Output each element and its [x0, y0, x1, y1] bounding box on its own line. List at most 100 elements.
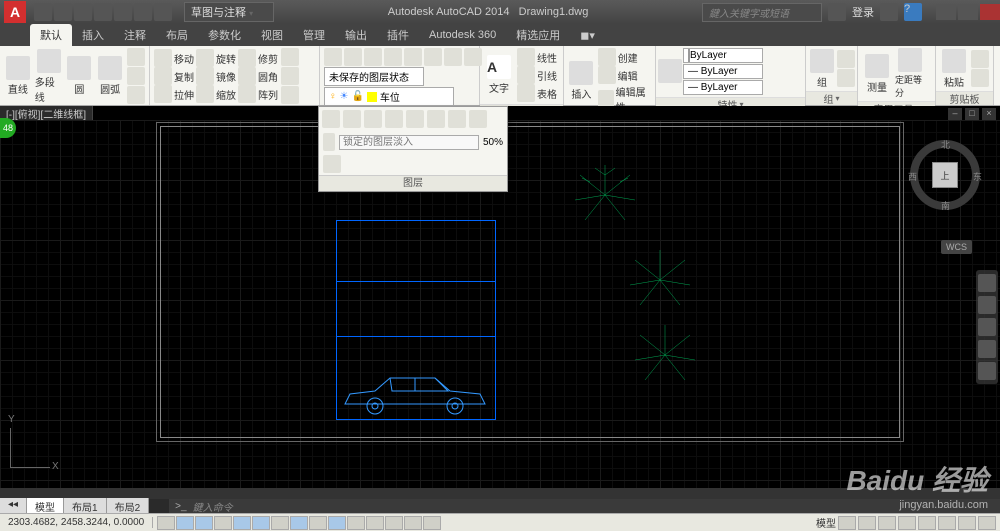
layer-b3[interactable] [364, 48, 382, 66]
block-edit-icon[interactable] [598, 66, 616, 84]
layer-fly-merge-icon[interactable] [323, 133, 335, 151]
layer-b7[interactable] [444, 48, 462, 66]
layer-fly-b8[interactable] [469, 110, 487, 128]
layer-b6[interactable] [424, 48, 442, 66]
paste-button[interactable]: 粘贴 [940, 49, 968, 89]
viewcube-west[interactable]: 西 [908, 170, 917, 183]
layer-fly-b1[interactable] [322, 110, 340, 128]
status-r8[interactable] [978, 516, 996, 530]
close-icon[interactable] [980, 4, 1000, 20]
status-dyn[interactable] [328, 516, 346, 530]
drawing-tree-1[interactable] [570, 160, 640, 230]
tab-parametric[interactable]: 参数化 [198, 24, 251, 46]
tab-view[interactable]: 视图 [251, 24, 293, 46]
viewcube-north[interactable]: 北 [941, 138, 950, 151]
tab-featured[interactable]: 精选应用 [506, 24, 570, 46]
tab-annotate[interactable]: 注释 [114, 24, 156, 46]
layer-fly-b3[interactable] [364, 110, 382, 128]
status-r5[interactable] [918, 516, 936, 530]
copy-icon[interactable] [154, 67, 172, 85]
viewport-label[interactable]: [-][俯视][二维线框] [0, 106, 93, 120]
arc-button[interactable]: 圆弧 [96, 56, 124, 96]
status-infer[interactable] [157, 516, 175, 530]
command-input[interactable]: >_ 鍵入命令 [169, 499, 1000, 514]
draw-more-2[interactable] [127, 67, 145, 85]
divide-button[interactable]: 定距等分 [895, 48, 925, 99]
layer-fly-extra-icon[interactable] [323, 155, 341, 173]
status-r6[interactable] [938, 516, 956, 530]
viewcube[interactable]: 上 北 南 东 西 [910, 140, 980, 210]
app-logo-icon[interactable]: A [4, 1, 26, 23]
status-r2[interactable] [858, 516, 876, 530]
status-r3[interactable] [878, 516, 896, 530]
status-ducs[interactable] [309, 516, 327, 530]
tab-model[interactable]: 模型 [27, 498, 64, 515]
tab-layout1[interactable]: 布局1 [64, 498, 107, 515]
layer-fly-b4[interactable] [385, 110, 403, 128]
viewcube-top[interactable]: 上 [932, 162, 958, 188]
nav-wheel-icon[interactable] [978, 274, 996, 292]
status-qp[interactable] [385, 516, 403, 530]
layer-b4[interactable] [384, 48, 402, 66]
status-3dosnap[interactable] [271, 516, 289, 530]
color-dropdown[interactable]: ByLayer [683, 48, 763, 63]
group-b1[interactable] [837, 50, 855, 68]
status-lwt[interactable] [347, 516, 365, 530]
canvas-close-icon[interactable]: × [982, 108, 996, 120]
group-b2[interactable] [837, 69, 855, 87]
draw-more-3[interactable] [127, 86, 145, 104]
minimize-icon[interactable] [936, 4, 956, 20]
mirror-icon[interactable] [196, 67, 214, 85]
tab-plugins[interactable]: 插件 [377, 24, 419, 46]
new-icon[interactable] [34, 3, 52, 21]
modify-ext-1[interactable] [281, 48, 299, 66]
status-grid[interactable] [195, 516, 213, 530]
status-am[interactable] [423, 516, 441, 530]
measure-button[interactable]: 测量 [862, 54, 892, 94]
layer-prop-icon[interactable] [324, 48, 342, 66]
dim-linear-icon[interactable] [517, 48, 535, 66]
layer-b2[interactable] [344, 48, 362, 66]
status-snap[interactable] [176, 516, 194, 530]
tab-manage[interactable]: 管理 [293, 24, 335, 46]
viewcube-south[interactable]: 南 [941, 199, 950, 212]
nav-showmotion-icon[interactable] [978, 362, 996, 380]
tab-expand-icon[interactable]: ◼▾ [570, 26, 605, 45]
save-icon[interactable] [74, 3, 92, 21]
maximize-icon[interactable] [958, 4, 978, 20]
match-button[interactable] [660, 59, 680, 84]
nav-pan-icon[interactable] [978, 296, 996, 314]
drawing-car[interactable] [340, 366, 490, 416]
status-model-label[interactable]: 模型 [816, 515, 836, 530]
draw-more-1[interactable] [127, 48, 145, 66]
lineweight-dropdown[interactable]: — ByLayer [683, 80, 763, 95]
table-icon[interactable] [517, 84, 535, 102]
canvas-min-icon[interactable]: – [948, 108, 962, 120]
fillet-icon[interactable] [238, 67, 256, 85]
sign-in-icon[interactable] [828, 3, 846, 21]
modify-ext-2[interactable] [281, 67, 299, 85]
plot-icon[interactable] [114, 3, 132, 21]
group-button[interactable]: 组 [810, 49, 834, 89]
nav-zoom-icon[interactable] [978, 318, 996, 336]
layer-b5[interactable] [404, 48, 422, 66]
tab-layout2[interactable]: 布局2 [107, 498, 150, 515]
status-osnap[interactable] [252, 516, 270, 530]
status-tpy[interactable] [366, 516, 384, 530]
layer-fly-b7[interactable] [448, 110, 466, 128]
tab-default[interactable]: 默认 [30, 24, 72, 46]
layer-state-dropdown[interactable]: 未保存的图层状态 [324, 67, 424, 86]
tab-nav-left[interactable]: ◂◂ [0, 498, 27, 515]
help-icon[interactable]: ? [904, 3, 922, 21]
status-ortho[interactable] [214, 516, 232, 530]
locked-layer-fade-input[interactable] [339, 135, 479, 150]
status-sc[interactable] [404, 516, 422, 530]
leader-icon[interactable] [517, 66, 535, 84]
wcs-badge[interactable]: WCS [941, 240, 972, 254]
tab-a360[interactable]: Autodesk 360 [419, 26, 506, 44]
linetype-dropdown[interactable]: — ByLayer [683, 64, 763, 79]
drawing-tree-2[interactable] [625, 245, 695, 315]
tab-output[interactable]: 输出 [335, 24, 377, 46]
tab-insert[interactable]: 插入 [72, 24, 114, 46]
coordinates-display[interactable]: 2303.4682, 2458.3244, 0.0000 [0, 517, 153, 528]
